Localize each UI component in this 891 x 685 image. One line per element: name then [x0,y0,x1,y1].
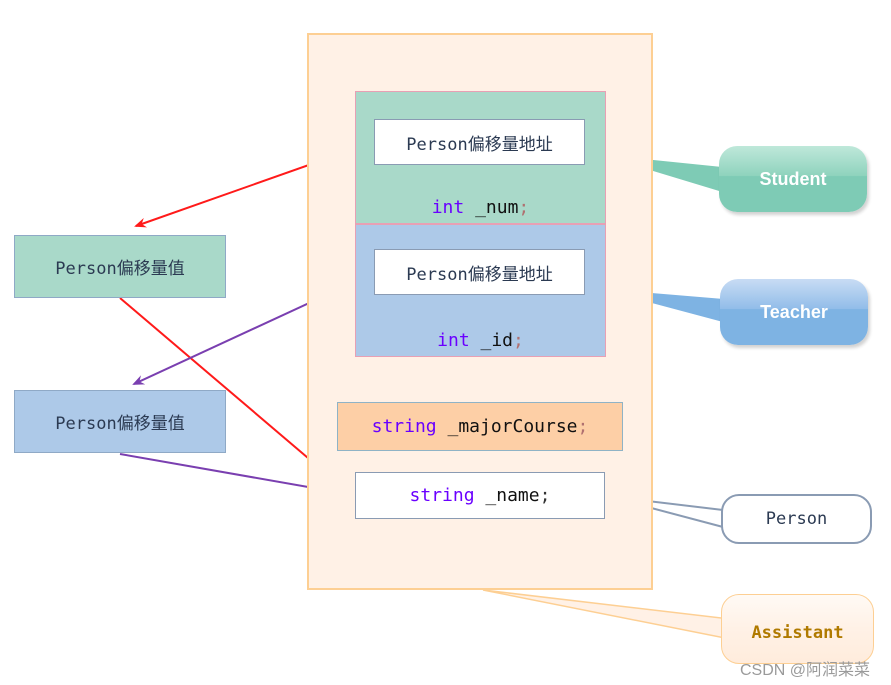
assistant-callout: Assistant [721,594,874,664]
assistant-member-box: string _majorCourse; [337,402,623,451]
teacher-member-type: int [437,329,470,351]
student-callout-label: Student [759,168,827,189]
assistant-member-name: _majorCourse [436,416,578,437]
assistant-member-type: string [371,416,437,437]
person-member-semicolon: ; [539,485,551,506]
person-member-type: string [409,485,475,506]
student-member-semicolon: ; [518,196,530,218]
teacher-member-semicolon: ; [513,329,524,351]
person-member-name: _name [474,485,540,506]
teacher-offset-table: Person偏移量值 [14,390,226,453]
student-offset-table: Person偏移量值 [14,235,226,298]
teacher-vbptr-box: Person偏移量地址 [374,249,585,295]
person-subobject-box: string _name; [355,472,605,519]
student-member: int _num; [355,194,606,220]
student-vbptr-label: Person偏移量地址 [406,134,553,155]
teacher-member: int _id; [355,327,606,353]
assistant-member-semicolon: ; [577,416,589,437]
teacher-callout-label: Teacher [760,301,828,322]
person-callout-label: Person [765,509,828,529]
teacher-member-name: _id [469,329,514,351]
assistant-callout-label: Assistant [751,623,844,643]
csdn-watermark: CSDN @阿润菜菜 [740,662,871,679]
student-offset-label: Person偏移量值 [55,259,185,279]
teacher-callout: Teacher [720,279,868,345]
teacher-vbptr-label: Person偏移量地址 [406,264,553,285]
teacher-offset-label: Person偏移量值 [55,414,185,434]
student-member-name: _num [464,196,519,218]
student-member-type: int [431,196,465,218]
student-vbptr-box: Person偏移量地址 [374,119,585,165]
assistant-callout-tail [482,589,731,640]
student-callout: Student [719,146,867,212]
person-callout: Person [721,494,872,544]
